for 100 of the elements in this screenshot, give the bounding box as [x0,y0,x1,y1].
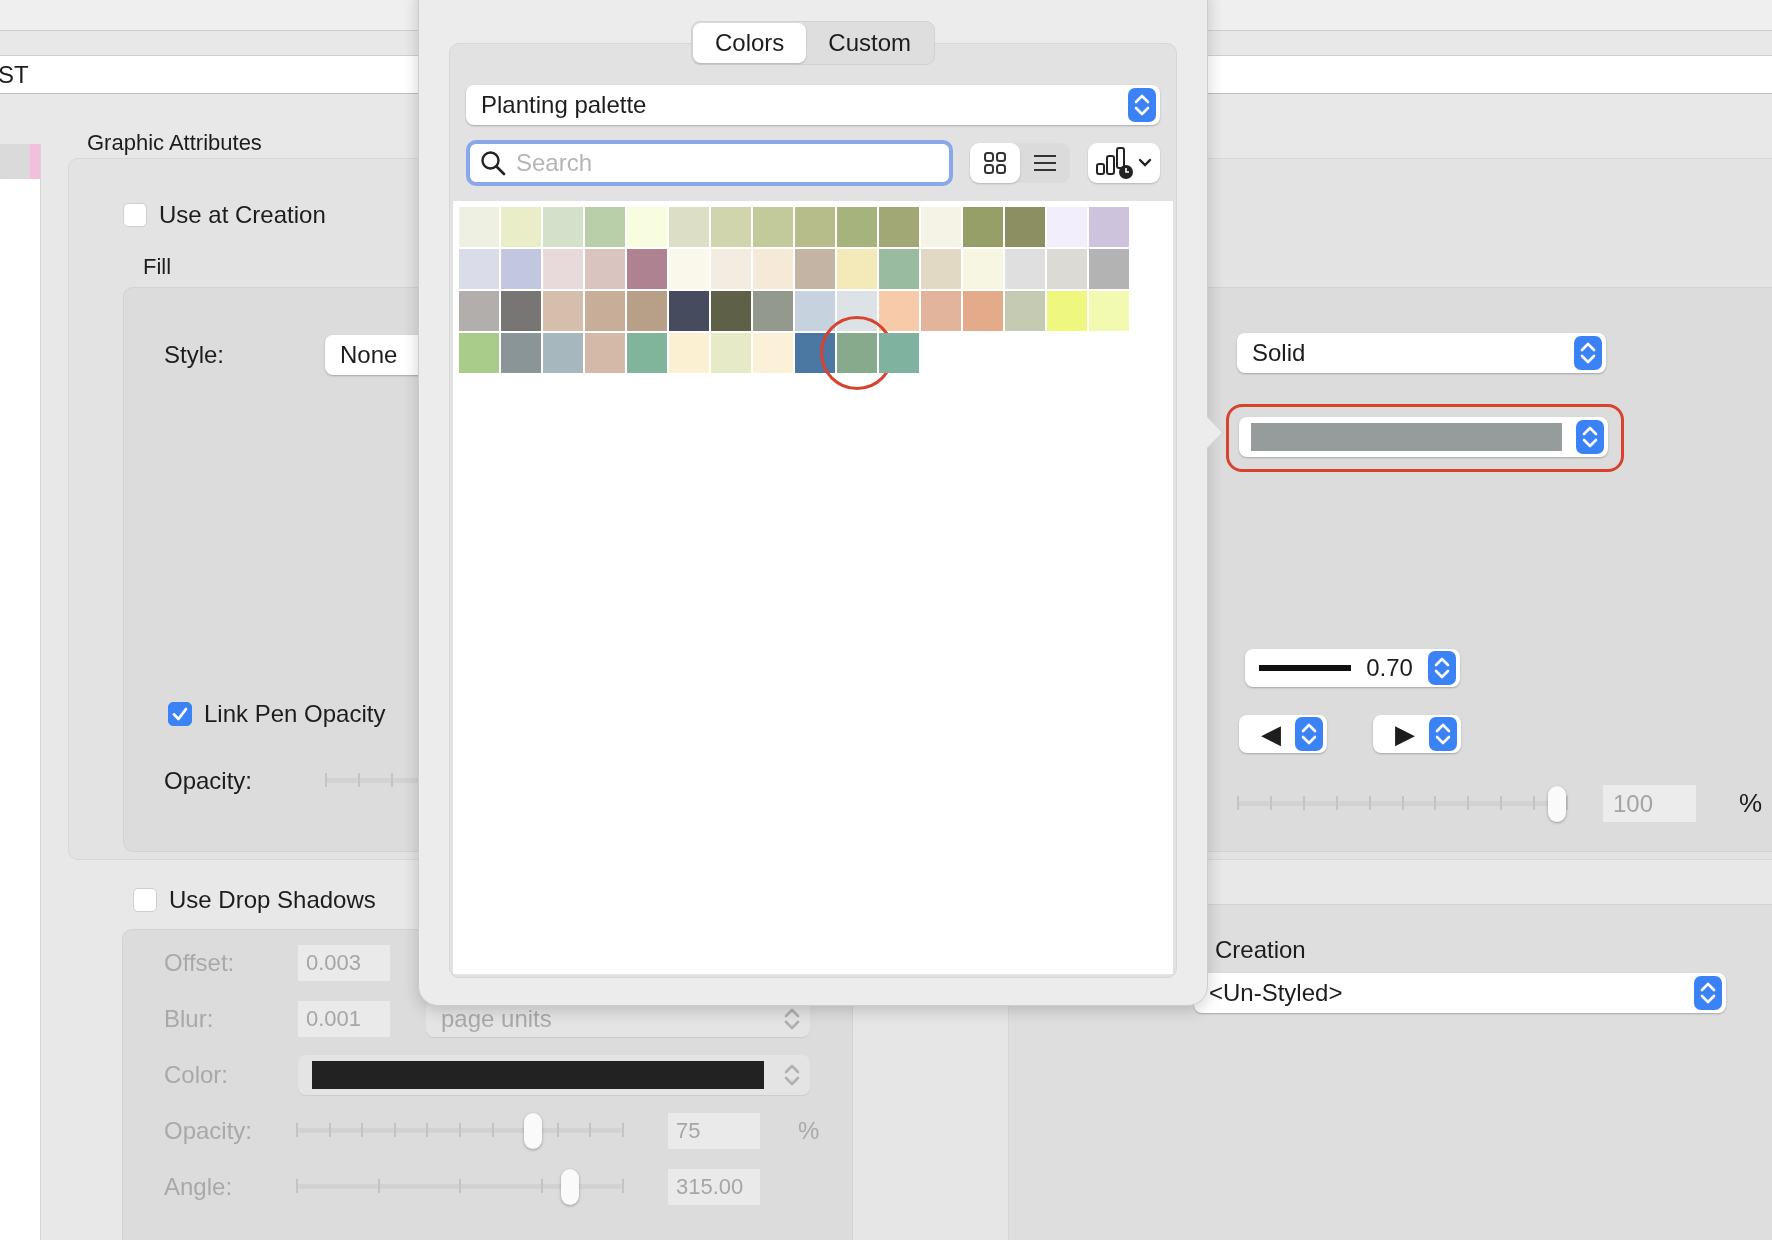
checkbox[interactable] [133,888,157,912]
percent-label: % [1739,788,1763,819]
arrowhead-popup[interactable]: ◀ [1239,715,1327,753]
checkbox-label: Use Drop Shadows [169,886,376,914]
color-swatch[interactable] [627,291,667,331]
color-swatch[interactable] [795,207,835,247]
color-swatch[interactable] [963,249,1003,289]
stepper-icon [1694,976,1722,1010]
checkbox-label: Use at Creation [159,201,326,229]
color-swatch[interactable] [627,207,667,247]
color-swatch[interactable] [543,207,583,247]
color-swatch[interactable] [753,291,793,331]
color-swatch[interactable] [837,249,877,289]
checkbox-label: Link Pen Opacity [204,700,386,728]
color-swatch[interactable] [795,249,835,289]
color-swatch[interactable] [963,207,1003,247]
color-swatch[interactable] [837,291,877,331]
color-swatch[interactable] [669,333,709,373]
color-swatch[interactable] [879,291,919,331]
search-field[interactable]: Search [466,140,954,186]
style-popup[interactable]: <Un-Styled> [1194,973,1726,1013]
color-swatch[interactable] [1089,249,1129,289]
sidebar-row[interactable] [0,144,40,179]
color-swatch[interactable] [585,291,625,331]
color-swatch[interactable] [543,291,583,331]
color-swatch[interactable] [837,333,877,373]
color-swatch[interactable] [879,333,919,373]
color-swatch[interactable] [795,333,835,373]
color-swatch[interactable] [1047,249,1087,289]
color-swatch[interactable] [585,333,625,373]
checkbox[interactable] [123,203,147,227]
color-swatch[interactable] [711,333,751,373]
search-input[interactable]: Search [516,146,936,180]
view-button[interactable] [970,143,1021,183]
slider[interactable] [296,1169,622,1205]
section-title: Graphic Attributes [87,129,263,157]
color-swatch[interactable] [543,333,583,373]
color-swatch[interactable] [879,207,919,247]
color-swatch[interactable] [1005,207,1045,247]
color-swatch[interactable] [1005,249,1045,289]
color-swatch[interactable] [879,249,919,289]
color-swatch[interactable] [921,249,961,289]
color-swatch[interactable] [837,207,877,247]
slider-thumb[interactable] [523,1113,542,1149]
color-swatch[interactable] [585,249,625,289]
color-swatch[interactable] [459,333,499,373]
color-swatch[interactable] [459,207,499,247]
checkbox[interactable] [168,702,192,726]
color-swatch[interactable] [1089,207,1129,247]
color-swatch[interactable] [1047,291,1087,331]
stepper-icon [1295,717,1323,751]
slider[interactable] [296,1113,622,1149]
color-swatch[interactable] [711,207,751,247]
section-title: Creation [1215,935,1307,965]
list-icon [1033,153,1058,173]
color-swatch[interactable] [711,249,751,289]
color-swatch[interactable] [753,207,793,247]
line-sample-icon [1259,664,1351,672]
color-swatch[interactable] [753,333,793,373]
color-swatch[interactable] [921,207,961,247]
color-swatch[interactable] [543,249,583,289]
arrowhead-popup[interactable]: ▶ [1373,715,1461,753]
field-label: Opacity: [164,767,254,795]
tab[interactable]: Colors [692,23,807,63]
color-swatch[interactable] [501,207,541,247]
palette-popup[interactable]: Planting palette [466,85,1160,125]
stepper-icon [1428,651,1456,685]
color-swatch[interactable] [669,207,709,247]
color-swatch[interactable] [963,291,1003,331]
color-swatch[interactable] [921,291,961,331]
stepper-icon [1429,717,1457,751]
color-swatch[interactable] [627,333,667,373]
color-well[interactable] [298,1055,810,1095]
color-swatch[interactable] [459,291,499,331]
stepper-icon [1576,420,1604,454]
color-swatch[interactable] [501,291,541,331]
color-swatch[interactable] [459,249,499,289]
color-swatch[interactable] [711,291,751,331]
line-width-popup[interactable]: 0.70 [1245,649,1460,687]
slider-thumb[interactable] [1548,785,1566,822]
style-popup[interactable]: Solid [1237,333,1606,373]
tab[interactable]: Custom [806,23,933,63]
color-swatch[interactable] [669,291,709,331]
stepper-icon [1128,88,1156,122]
stepper-icon [1574,336,1602,370]
color-well[interactable] [1239,417,1608,457]
slider-thumb[interactable] [560,1169,579,1205]
color-swatch[interactable] [585,207,625,247]
percent-label: % [798,1117,820,1145]
color-swatch[interactable] [501,333,541,373]
color-swatch[interactable] [501,249,541,289]
color-swatch[interactable] [627,249,667,289]
color-swatch[interactable] [1089,291,1129,331]
color-swatch[interactable] [795,291,835,331]
slider[interactable] [1237,785,1566,822]
color-swatch[interactable] [753,249,793,289]
color-swatch[interactable] [1005,291,1045,331]
chevron-icon [1138,158,1153,168]
sort-menu-button[interactable] [1088,143,1160,183]
field-label: Style: [164,341,226,369]
